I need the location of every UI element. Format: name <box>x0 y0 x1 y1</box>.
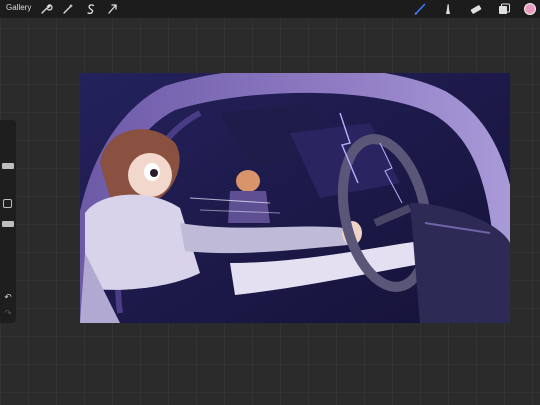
color-picker-swatch[interactable] <box>524 3 536 15</box>
undo-icon[interactable]: ↶ <box>3 292 13 302</box>
selection-s-icon[interactable] <box>84 2 98 16</box>
layers-icon[interactable] <box>497 2 511 16</box>
magic-wand-icon[interactable] <box>61 2 75 16</box>
gallery-button[interactable]: Gallery <box>6 3 31 12</box>
transform-arrow-icon[interactable] <box>106 2 120 16</box>
brush-size-slider[interactable] <box>0 120 16 195</box>
artwork-canvas[interactable] <box>80 73 510 323</box>
opacity-thumb[interactable] <box>2 221 14 227</box>
brush-size-thumb[interactable] <box>2 163 14 169</box>
opacity-slider[interactable] <box>0 212 16 287</box>
redo-icon[interactable]: ↷ <box>3 308 13 318</box>
wrench-icon[interactable] <box>39 2 53 16</box>
top-toolbar: Gallery <box>0 0 540 18</box>
modify-button[interactable] <box>3 199 12 208</box>
smudge-icon[interactable] <box>441 2 455 16</box>
eraser-icon[interactable] <box>469 2 483 16</box>
brush-icon[interactable] <box>413 2 427 16</box>
car-interior-illustration <box>80 73 510 323</box>
left-sidebar: ↶ ↷ <box>0 120 16 323</box>
